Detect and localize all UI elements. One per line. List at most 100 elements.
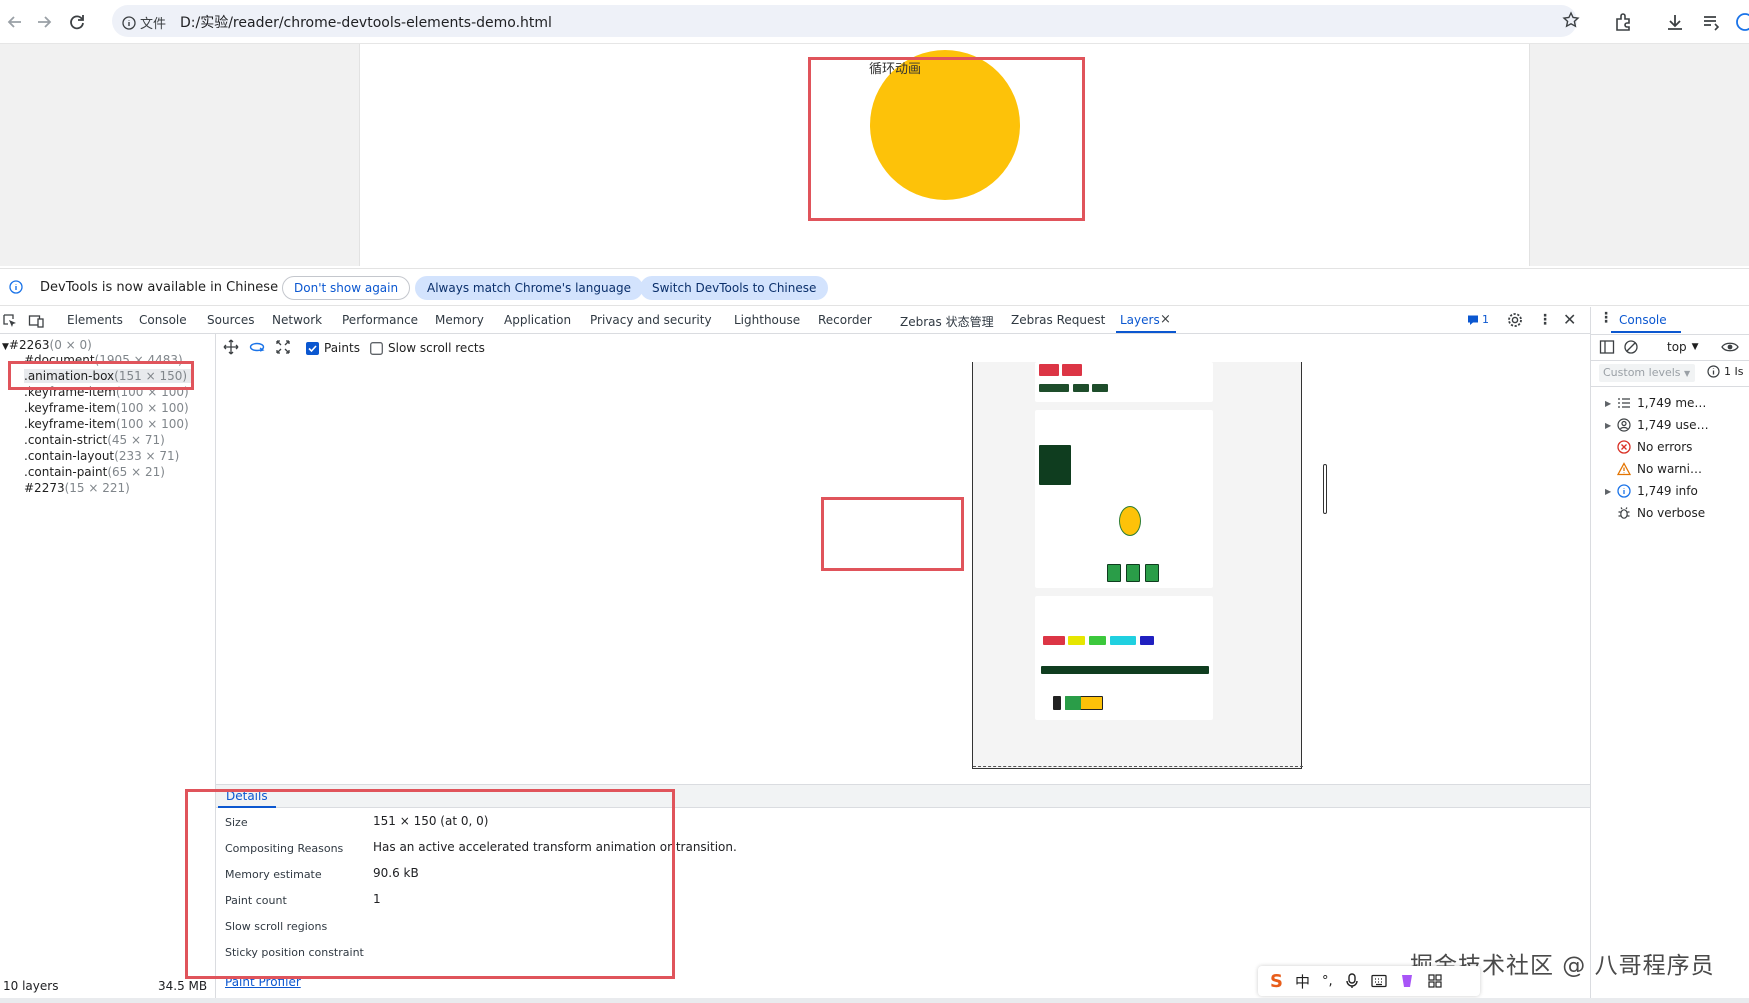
layer-size: (100 × 100) <box>115 401 189 415</box>
microphone-icon[interactable] <box>1345 973 1359 989</box>
layer-size: (15 × 221) <box>64 481 130 495</box>
tree-item-keyframe-2[interactable]: .keyframe-item(100 × 100) <box>24 401 189 415</box>
tree-item-contain-paint[interactable]: .contain-paint(65 × 21) <box>24 465 165 479</box>
dont-show-again-button[interactable]: Don't show again <box>282 276 411 300</box>
ime-logo-icon[interactable]: S <box>1270 971 1283 992</box>
console-filter-info[interactable]: ▶ 1,749 info <box>1605 484 1698 498</box>
console-filter-user-messages[interactable]: ▶ 1,749 use… <box>1605 418 1709 432</box>
tree-item-contain-strict[interactable]: .contain-strict(45 × 71) <box>24 433 165 447</box>
clear-console-icon[interactable] <box>1623 339 1639 355</box>
pan-mode-icon[interactable] <box>223 339 239 355</box>
eye-icon[interactable] <box>1721 339 1739 355</box>
tree-item-root[interactable]: ▼#2263(0 × 0) <box>2 338 92 352</box>
url-text[interactable]: D:/实验/reader/chrome-devtools-elements-de… <box>180 12 552 32</box>
layer-size: (65 × 21) <box>107 465 165 479</box>
tree-item-keyframe-3[interactable]: .keyframe-item(100 × 100) <box>24 417 189 431</box>
layers-toolbar: Paints Slow scroll rects <box>216 334 1590 362</box>
language-infobar: DevTools is now available in Chinese Don… <box>0 268 1749 306</box>
reading-list-icon[interactable] <box>1700 11 1722 33</box>
url-scheme-label: 文件 <box>140 17 167 32</box>
always-match-language-button[interactable]: Always match Chrome's language <box>415 276 643 300</box>
reload-button[interactable] <box>66 11 88 33</box>
paints-label: Paints <box>324 341 360 355</box>
ime-language-toggle[interactable]: 中 <box>1295 971 1310 992</box>
sidebar-toggle-icon[interactable] <box>1599 339 1615 355</box>
close-tab-icon[interactable]: × <box>1160 312 1171 327</box>
issues-badge[interactable]: 1 <box>1467 313 1489 326</box>
arrow-left-icon <box>7 16 21 28</box>
reset-transform-icon[interactable] <box>275 339 291 355</box>
close-devtools-icon[interactable]: ✕ <box>1563 310 1576 329</box>
slow-scroll-label: Slow scroll rects <box>388 341 485 355</box>
layer-name: .keyframe-item <box>24 401 116 415</box>
layer-count: 10 layers <box>3 979 59 993</box>
address-bar[interactable]: 文件 D:/实验/reader/chrome-devtools-elements… <box>112 5 1580 37</box>
site-info[interactable]: 文件 <box>122 13 166 32</box>
rotate-mode-icon[interactable] <box>249 339 265 355</box>
caret-down-icon: ▼ <box>1691 342 1699 352</box>
layers-3d-view[interactable] <box>216 362 1590 782</box>
window-bottom-border <box>0 998 1749 1003</box>
inspect-element-icon[interactable] <box>2 313 18 329</box>
highlight-box-details <box>185 789 675 979</box>
filter-label: 1,749 info <box>1637 484 1698 498</box>
issues-counter[interactable]: 1 Is <box>1707 365 1743 378</box>
highlight-box-tree <box>8 361 194 390</box>
triangle-down-icon: ▼ <box>2 342 9 352</box>
tree-item-contain-layout[interactable]: .contain-layout(233 × 71) <box>24 449 179 463</box>
levels-label: Custom levels <box>1603 366 1681 379</box>
tab-zebras-request[interactable]: Zebras Request <box>1011 313 1105 327</box>
tab-console-drawer[interactable]: Console <box>1619 313 1667 327</box>
divider <box>1591 334 1749 335</box>
skin-icon[interactable] <box>1399 973 1415 989</box>
drawer-menu-icon[interactable]: ⋮ <box>1599 310 1613 326</box>
console-filter-verbose[interactable]: No verbose <box>1617 506 1705 520</box>
keyboard-icon[interactable] <box>1370 974 1387 988</box>
extensions-icon[interactable] <box>1612 11 1634 33</box>
log-levels-dropdown[interactable]: Custom levels ▼ <box>1599 364 1695 382</box>
bookmark-star-icon[interactable] <box>1562 11 1580 29</box>
filter-label: No warni… <box>1637 462 1702 476</box>
context-selector[interactable]: top ▼ <box>1667 340 1699 354</box>
tree-item-2273[interactable]: #2273(15 × 221) <box>24 481 130 495</box>
filter-label: No errors <box>1637 440 1693 454</box>
more-options-icon[interactable]: ⋮ <box>1538 312 1552 328</box>
grid-menu-icon[interactable] <box>1427 973 1443 989</box>
tab-lighthouse[interactable]: Lighthouse <box>734 313 800 327</box>
tab-memory[interactable]: Memory <box>435 313 484 327</box>
console-filter-errors[interactable]: No errors <box>1617 440 1692 454</box>
browser-toolbar: 文件 D:/实验/reader/chrome-devtools-elements… <box>0 0 1749 44</box>
console-filter-warnings[interactable]: No warni… <box>1617 462 1702 476</box>
back-button[interactable] <box>4 11 26 33</box>
tab-network[interactable]: Network <box>272 313 322 327</box>
info-icon <box>9 280 23 294</box>
arrow-right-icon <box>38 16 52 28</box>
tab-layers[interactable]: Layers <box>1120 313 1160 327</box>
triangle-right-icon: ▶ <box>1605 398 1612 408</box>
triangle-right-icon: ▶ <box>1605 486 1612 496</box>
tab-recorder[interactable]: Recorder <box>818 313 872 327</box>
layer-page-thumbnail <box>972 362 1303 769</box>
switch-to-chinese-button[interactable]: Switch DevTools to Chinese <box>640 276 829 300</box>
tab-zebras-state[interactable]: Zebras 状态管理 <box>900 313 994 330</box>
forward-button[interactable] <box>33 11 55 33</box>
punctuation-icon[interactable]: °, <box>1322 974 1333 989</box>
tab-elements[interactable]: Elements <box>67 313 123 327</box>
tab-privacy-security[interactable]: Privacy and security <box>590 313 712 327</box>
profile-icon[interactable] <box>1734 11 1749 33</box>
tab-application[interactable]: Application <box>504 313 571 327</box>
ime-toolbar: S 中 °, <box>1258 966 1480 996</box>
tab-sources[interactable]: Sources <box>207 313 254 327</box>
warning-icon <box>1617 462 1631 476</box>
tab-performance[interactable]: Performance <box>342 313 418 327</box>
filter-label: 1,749 me… <box>1637 396 1707 410</box>
paints-checkbox[interactable]: Paints <box>306 341 360 355</box>
device-toolbar-icon[interactable] <box>28 313 44 329</box>
download-icon[interactable] <box>1664 11 1686 33</box>
console-filter-messages[interactable]: ▶ 1,749 me… <box>1605 396 1706 410</box>
layer-size: (45 × 71) <box>107 433 165 447</box>
settings-gear-icon[interactable] <box>1507 312 1523 328</box>
tab-console[interactable]: Console <box>139 313 187 327</box>
layer-size: (100 × 100) <box>115 417 189 431</box>
slow-scroll-rects-checkbox[interactable]: Slow scroll rects <box>370 341 485 355</box>
